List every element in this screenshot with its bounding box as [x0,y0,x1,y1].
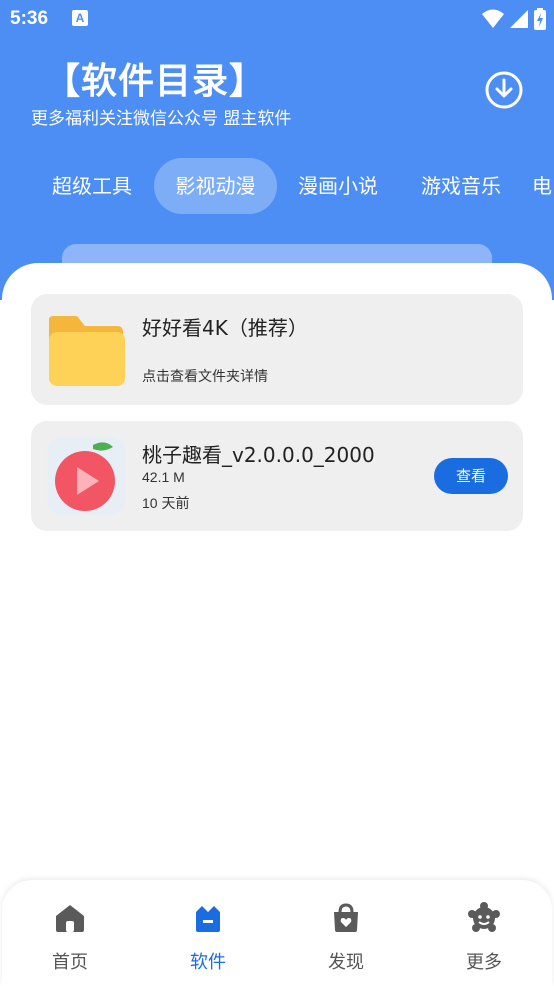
category-tabs: 超级工具 影视动漫 漫画小说 游戏音乐 电 [0,158,554,214]
software-icon [196,906,220,932]
nav-more[interactable]: 更多 [424,880,544,986]
nav-label: 软件 [190,952,226,973]
nav-discover[interactable]: 发现 [286,880,406,986]
page-title: 【软件目录】 [44,61,267,102]
signal-icon [509,10,528,28]
page-subtitle: 更多福利关注微信公众号 盟主软件 [31,109,292,129]
item-description: 点击查看文件夹详情 [142,369,268,385]
download-button[interactable] [484,70,524,110]
folder-icon [47,312,125,388]
nav-software[interactable]: 软件 [148,880,268,986]
status-time: 5:36 [10,8,49,29]
wifi-icon [481,9,504,28]
item-title: 桃子趣看_v2.0.0.0_2000 [142,443,375,467]
list-item-app[interactable]: 桃子趣看_v2.0.0.0_2000 42.1 M 10 天前 查看 [31,421,523,531]
notification-icon: A [72,10,88,26]
peach-play-icon [47,437,125,515]
tab-games-music[interactable]: 游戏音乐 [400,158,522,214]
download-icon [485,71,523,109]
view-button[interactable]: 查看 [434,458,508,494]
home-icon [56,905,84,932]
tab-tools[interactable]: 超级工具 [31,158,153,214]
nav-label: 首页 [52,952,88,973]
status-bar: 5:36 A [0,0,554,38]
tab-more-partial[interactable]: 电 [532,158,554,214]
nav-label: 发现 [328,952,364,973]
tab-video-anime[interactable]: 影视动漫 [154,158,277,214]
nav-home[interactable]: 首页 [10,880,130,986]
status-icons [481,8,546,30]
more-icon [468,902,500,932]
bottom-navigation: 首页 软件 发现 更多 [2,880,552,986]
discover-icon [334,903,358,932]
upload-time: 10 天前 [142,495,190,511]
tab-comics-novels[interactable]: 漫画小说 [277,158,399,214]
item-title: 好好看4K（推荐） [142,316,308,340]
nav-label: 更多 [466,952,502,973]
list-item-folder[interactable]: 好好看4K（推荐） 点击查看文件夹详情 [31,294,523,405]
battery-icon [534,8,546,30]
file-size: 42.1 M [142,469,185,485]
